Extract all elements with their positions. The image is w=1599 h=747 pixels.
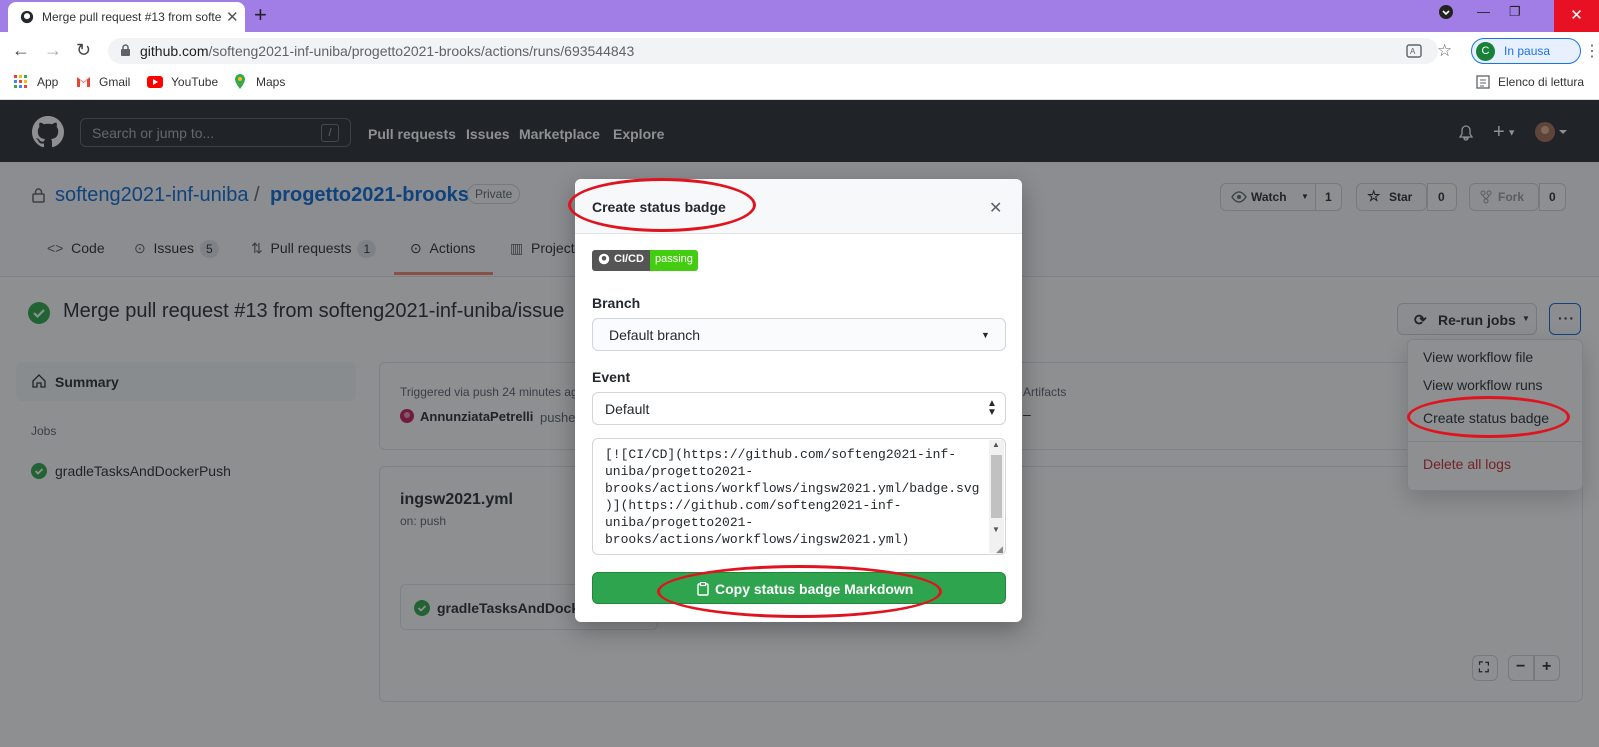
bookmark-youtube[interactable]: YouTube <box>171 75 218 89</box>
badge-label: CI/CD <box>614 253 644 265</box>
forward-icon[interactable]: → <box>44 40 62 61</box>
lock-icon[interactable] <box>120 44 131 57</box>
resize-grip-icon[interactable]: ◢ <box>996 544 1003 555</box>
bookmark-maps[interactable]: Maps <box>256 75 285 89</box>
reload-icon[interactable]: ↻ <box>76 40 91 61</box>
badge-left: CI/CD <box>592 250 650 271</box>
event-label: Event <box>592 369 631 385</box>
url-text[interactable]: github.com/softeng2021-inf-uniba/progett… <box>140 43 634 59</box>
translate-icon[interactable]: A <box>1406 43 1422 59</box>
branch-label: Branch <box>592 295 641 311</box>
badge-status: passing <box>649 250 698 271</box>
bookmark-app[interactable]: App <box>37 75 58 89</box>
badge-github-icon <box>598 253 610 265</box>
restore-icon[interactable]: ❐ <box>1509 4 1521 20</box>
close-icon[interactable]: ✕ <box>989 198 1002 218</box>
textarea-scrollbar-thumb[interactable] <box>991 455 1002 518</box>
scroll-up-icon[interactable]: ▲ <box>992 440 1000 449</box>
badge-markdown-textarea[interactable]: [![CI/CD](https://github.com/softeng2021… <box>592 438 1006 555</box>
apps-grid-icon[interactable] <box>14 75 28 89</box>
window-close-button[interactable]: ✕ <box>1554 0 1599 32</box>
profile-avatar: C <box>1476 42 1495 61</box>
url-host: github.com <box>140 43 209 59</box>
event-select[interactable]: Default ▲ ▼ <box>592 392 1006 425</box>
status-badge-preview: CI/CD passing <box>592 250 698 271</box>
annotation-ellipse-copy <box>657 565 942 618</box>
maps-icon <box>233 74 247 89</box>
annotation-ellipse-menu <box>1407 396 1570 438</box>
annotation-ellipse-title <box>568 178 756 232</box>
minimize-icon[interactable]: — <box>1477 4 1490 19</box>
bookmark-star-icon[interactable]: ☆ <box>1437 41 1452 61</box>
branch-caret-icon: ▼ <box>981 330 990 340</box>
gmail-icon <box>76 76 91 87</box>
reading-list-label[interactable]: Elenco di lettura <box>1498 75 1584 89</box>
svg-text:A: A <box>1410 47 1416 56</box>
tab-title: Merge pull request #13 from softeng2021-… <box>42 10 222 24</box>
screen: Merge pull request #13 from softeng2021-… <box>0 0 1599 747</box>
badge-markdown-text: [![CI/CD](https://github.com/softeng2021… <box>605 447 980 547</box>
branch-select[interactable]: Default branch ▼ <box>592 318 1006 351</box>
bookmark-gmail[interactable]: Gmail <box>99 75 130 89</box>
event-value: Default <box>605 401 650 417</box>
github-favicon-icon <box>20 10 34 24</box>
youtube-icon <box>147 76 163 88</box>
back-icon[interactable]: ← <box>12 40 30 61</box>
branch-value: Default branch <box>609 327 701 343</box>
tab-search-icon[interactable] <box>1438 4 1454 20</box>
profile-button[interactable]: C In pausa <box>1471 38 1581 64</box>
new-tab-button[interactable]: + <box>254 2 267 28</box>
profile-status: In pausa <box>1504 44 1551 58</box>
url-path: /softeng2021-inf-uniba/progetto2021-broo… <box>208 43 635 59</box>
reading-list-icon[interactable] <box>1476 75 1490 89</box>
browser-tab[interactable]: Merge pull request #13 from softeng2021-… <box>8 2 245 32</box>
tab-close-icon[interactable]: ✕ <box>226 8 239 26</box>
scroll-down-icon[interactable]: ▼ <box>992 525 1000 534</box>
browser-menu-icon[interactable]: ⋮ <box>1584 41 1599 61</box>
event-updown-icon: ▲ ▼ <box>987 398 997 418</box>
